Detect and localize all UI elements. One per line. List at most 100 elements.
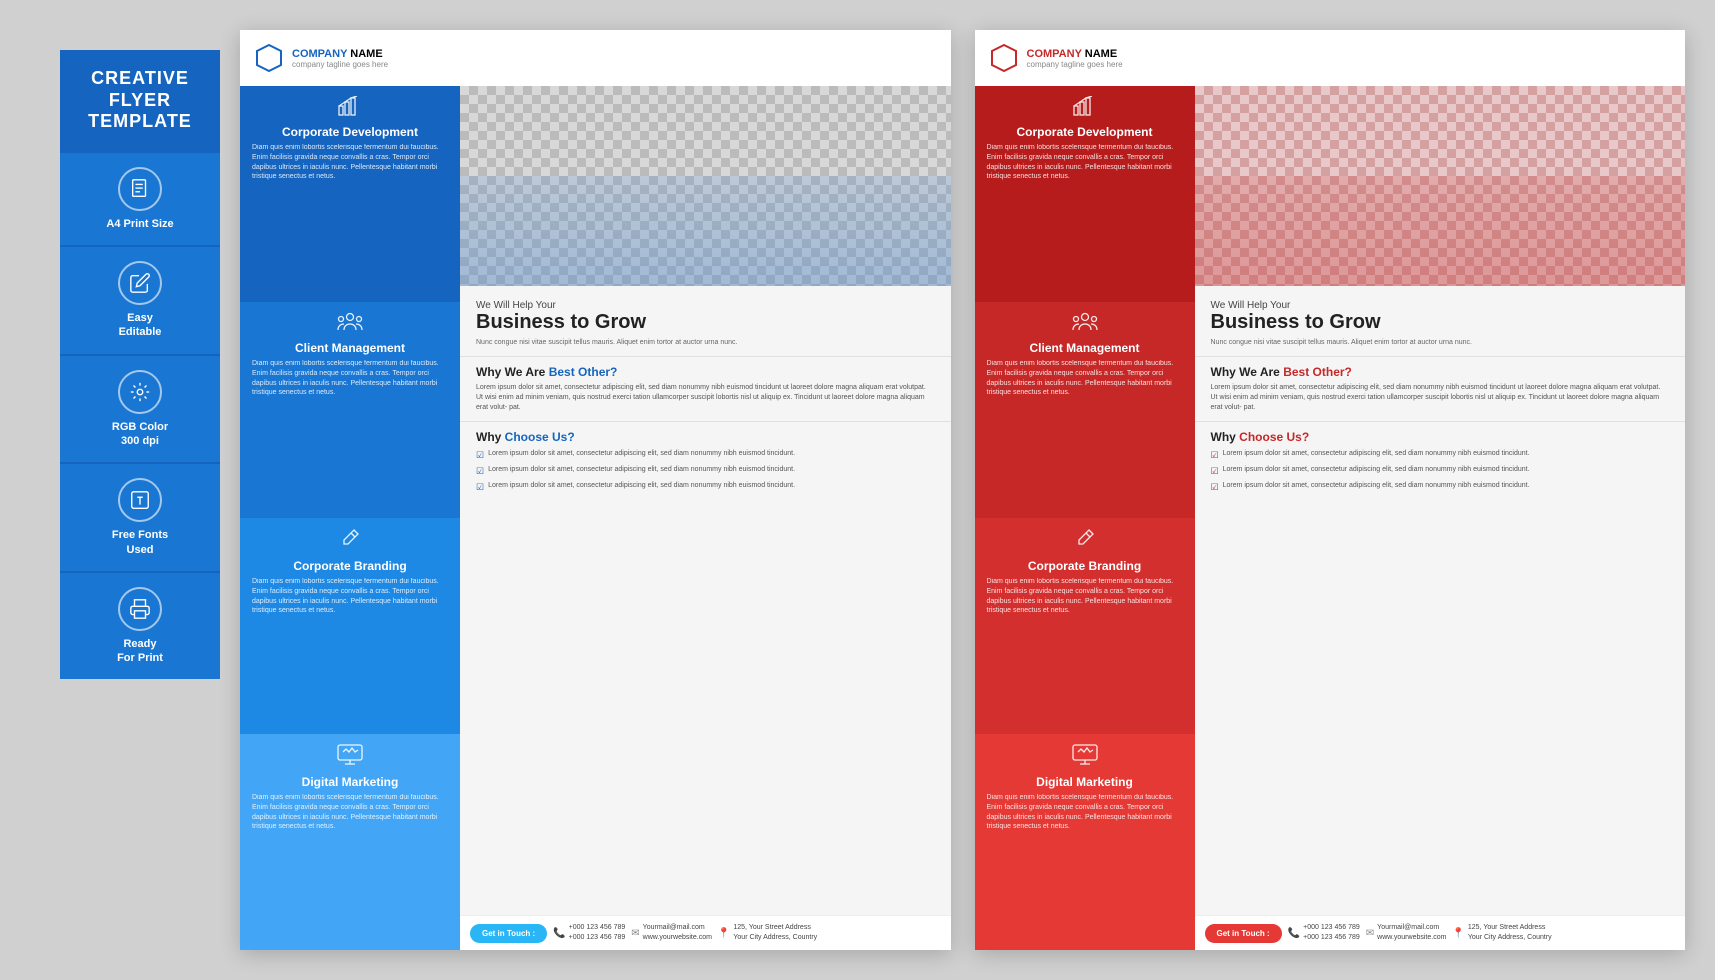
edit-icon [118, 261, 162, 305]
fonts-icon [118, 478, 162, 522]
corp-dev-icon-red [987, 96, 1183, 121]
choose-item-3-blue: ☑ Lorem ipsum dolor sit amet, consectetu… [476, 481, 935, 493]
choose-item-2-red: ☑ Lorem ipsum dolor sit amet, consectetu… [1211, 465, 1670, 477]
hero-title-red: Business to Grow [1211, 311, 1670, 333]
choose-title-red: Why Choose Us? [1211, 430, 1670, 444]
company-info-red: COMPANY NAME company tagline goes here [1027, 48, 1123, 69]
checker-overlay-blue [460, 176, 951, 286]
cta-btn-blue[interactable]: Get in Touch : [470, 924, 547, 943]
why-section-blue: Why We Are Best Other? Lorem ipsum dolor… [460, 356, 951, 421]
section-corp-brand-blue: Corporate Branding Diam quis enim lobort… [240, 518, 460, 734]
hero-subtitle-red: We Will Help Your [1211, 300, 1670, 311]
company-name-blue: COMPANY NAME [292, 48, 388, 60]
sidebar-label-fonts: Free FontsUsed [112, 528, 168, 557]
corp-brand-icon-red [987, 528, 1183, 555]
check-icon-red-3: ☑ [1211, 482, 1219, 493]
digital-title: Digital Marketing [252, 775, 448, 789]
company-logo-blue [254, 43, 284, 73]
flyer-red-body: Corporate Development Diam quis enim lob… [975, 86, 1686, 950]
flyer-blue-header: COMPANY NAME company tagline goes here [240, 30, 951, 86]
company-logo-red [989, 43, 1019, 73]
email-icon-red: ✉ [1366, 928, 1374, 939]
company-info-blue: COMPANY NAME company tagline goes here [292, 48, 388, 69]
sidebar-item-rgb: RGB Color300 dpi [60, 354, 220, 463]
rgb-icon [118, 370, 162, 414]
section-client-mgmt-blue: Client Management Diam quis enim loborti… [240, 302, 460, 518]
client-mgmt-title: Client Management [252, 341, 448, 355]
cta-btn-red[interactable]: Get in Touch : [1205, 924, 1282, 943]
hero-subtitle-blue: We Will Help Your [476, 300, 935, 311]
digital-text-red: Diam quis enim lobortis scelerisque ferm… [987, 793, 1183, 832]
check-icon-red-1: ☑ [1211, 450, 1219, 461]
choose-item-1-blue: ☑ Lorem ipsum dolor sit amet, consectetu… [476, 449, 935, 461]
hero-desc-red: Nunc congue nisi vitae suscipit tellus m… [1211, 338, 1670, 348]
why-section-red: Why We Are Best Other? Lorem ipsum dolor… [1195, 356, 1686, 421]
sidebar: CREATIVEFLYERTEMPLATE A4 Print Size Easy… [60, 50, 220, 679]
phone-icon-blue: 📞 [553, 928, 565, 939]
flyer-blue-footer: Get in Touch : 📞 +000 123 456 789+000 12… [460, 915, 951, 950]
corp-dev-title: Corporate Development [252, 125, 448, 139]
section-corp-dev-blue: Corporate Development Diam quis enim lob… [240, 86, 460, 302]
section-corp-brand-red: Corporate Branding Diam quis enim lobort… [975, 518, 1195, 734]
flyer-red-footer: Get in Touch : 📞 +000 123 456 789+000 12… [1195, 915, 1686, 950]
hero-section-blue: We Will Help Your Business to Grow Nunc … [460, 286, 951, 356]
why-title-red: Why We Are Best Other? [1211, 365, 1670, 379]
corp-brand-title-red: Corporate Branding [987, 559, 1183, 573]
choose-section-red: Why Choose Us? ☑ Lorem ipsum dolor sit a… [1195, 421, 1686, 915]
digital-icon-red [987, 744, 1183, 771]
choose-item-1-red: ☑ Lorem ipsum dolor sit amet, consectetu… [1211, 449, 1670, 461]
footer-phone-blue: 📞 +000 123 456 789+000 123 456 789 [553, 923, 625, 943]
phone-icon-red: 📞 [1288, 928, 1300, 939]
sidebar-label-easy: EasyEditable [119, 311, 162, 340]
choose-item-3-red: ☑ Lorem ipsum dolor sit amet, consectetu… [1211, 481, 1670, 493]
corp-brand-icon [252, 528, 448, 555]
client-mgmt-icon [252, 312, 448, 337]
why-text-red: Lorem ipsum dolor sit amet, consectetur … [1211, 383, 1670, 413]
a4-icon [118, 167, 162, 211]
flyer-blue-right: We Will Help Your Business to Grow Nunc … [460, 86, 951, 950]
company-tagline-blue: company tagline goes here [292, 60, 388, 69]
section-digital-blue: Digital Marketing Diam quis enim loborti… [240, 734, 460, 950]
company-tagline-red: company tagline goes here [1027, 60, 1123, 69]
sidebar-label-print: ReadyFor Print [117, 637, 163, 666]
section-corp-dev-red: Corporate Development Diam quis enim lob… [975, 86, 1195, 302]
sidebar-item-easy: EasyEditable [60, 245, 220, 354]
corp-brand-text: Diam quis enim lobortis scelerisque ferm… [252, 577, 448, 616]
digital-text: Diam quis enim lobortis scelerisque ferm… [252, 793, 448, 832]
checker-area-red [1195, 86, 1686, 286]
client-mgmt-title-red: Client Management [987, 341, 1183, 355]
flyer-red-left: Corporate Development Diam quis enim lob… [975, 86, 1195, 950]
section-client-mgmt-red: Client Management Diam quis enim loborti… [975, 302, 1195, 518]
main-content: COMPANY NAME company tagline goes here [240, 30, 1685, 950]
flyer-red: COMPANY NAME company tagline goes here [975, 30, 1686, 950]
choose-item-2-blue: ☑ Lorem ipsum dolor sit amet, consectetu… [476, 465, 935, 477]
choose-section-blue: Why Choose Us? ☑ Lorem ipsum dolor sit a… [460, 421, 951, 915]
company-name-red: COMPANY NAME [1027, 48, 1123, 60]
flyer-blue-body: Corporate Development Diam quis enim lob… [240, 86, 951, 950]
sidebar-label-a4: A4 Print Size [106, 217, 173, 231]
corp-dev-text: Diam quis enim lobortis scelerisque ferm… [252, 143, 448, 182]
sidebar-item-a4: A4 Print Size [60, 151, 220, 245]
checker-overlay-red [1195, 176, 1686, 286]
sidebar-title: CREATIVEFLYERTEMPLATE [60, 50, 220, 151]
flyer-red-right: We Will Help Your Business to Grow Nunc … [1195, 86, 1686, 950]
footer-address-blue: 📍 125, Your Street AddressYour City Addr… [718, 923, 817, 943]
client-mgmt-text: Diam quis enim lobortis scelerisque ferm… [252, 359, 448, 398]
checker-area-blue [460, 86, 951, 286]
check-icon-2: ☑ [476, 466, 484, 477]
check-icon-1: ☑ [476, 450, 484, 461]
footer-email-red: ✉ Yourmail@mail.comwww.yourwebsite.com [1366, 923, 1447, 943]
corp-brand-title: Corporate Branding [252, 559, 448, 573]
hero-title-blue: Business to Grow [476, 311, 935, 333]
why-title-blue: Why We Are Best Other? [476, 365, 935, 379]
sidebar-item-fonts: Free FontsUsed [60, 462, 220, 571]
client-mgmt-icon-red [987, 312, 1183, 337]
corp-brand-text-red: Diam quis enim lobortis scelerisque ferm… [987, 577, 1183, 616]
footer-phone-red: 📞 +000 123 456 789+000 123 456 789 [1288, 923, 1360, 943]
check-icon-3: ☑ [476, 482, 484, 493]
digital-title-red: Digital Marketing [987, 775, 1183, 789]
footer-email-blue: ✉ Yourmail@mail.comwww.yourwebsite.com [631, 923, 712, 943]
address-icon-blue: 📍 [718, 928, 730, 939]
footer-address-red: 📍 125, Your Street AddressYour City Addr… [1452, 923, 1551, 943]
why-text-blue: Lorem ipsum dolor sit amet, consectetur … [476, 383, 935, 413]
